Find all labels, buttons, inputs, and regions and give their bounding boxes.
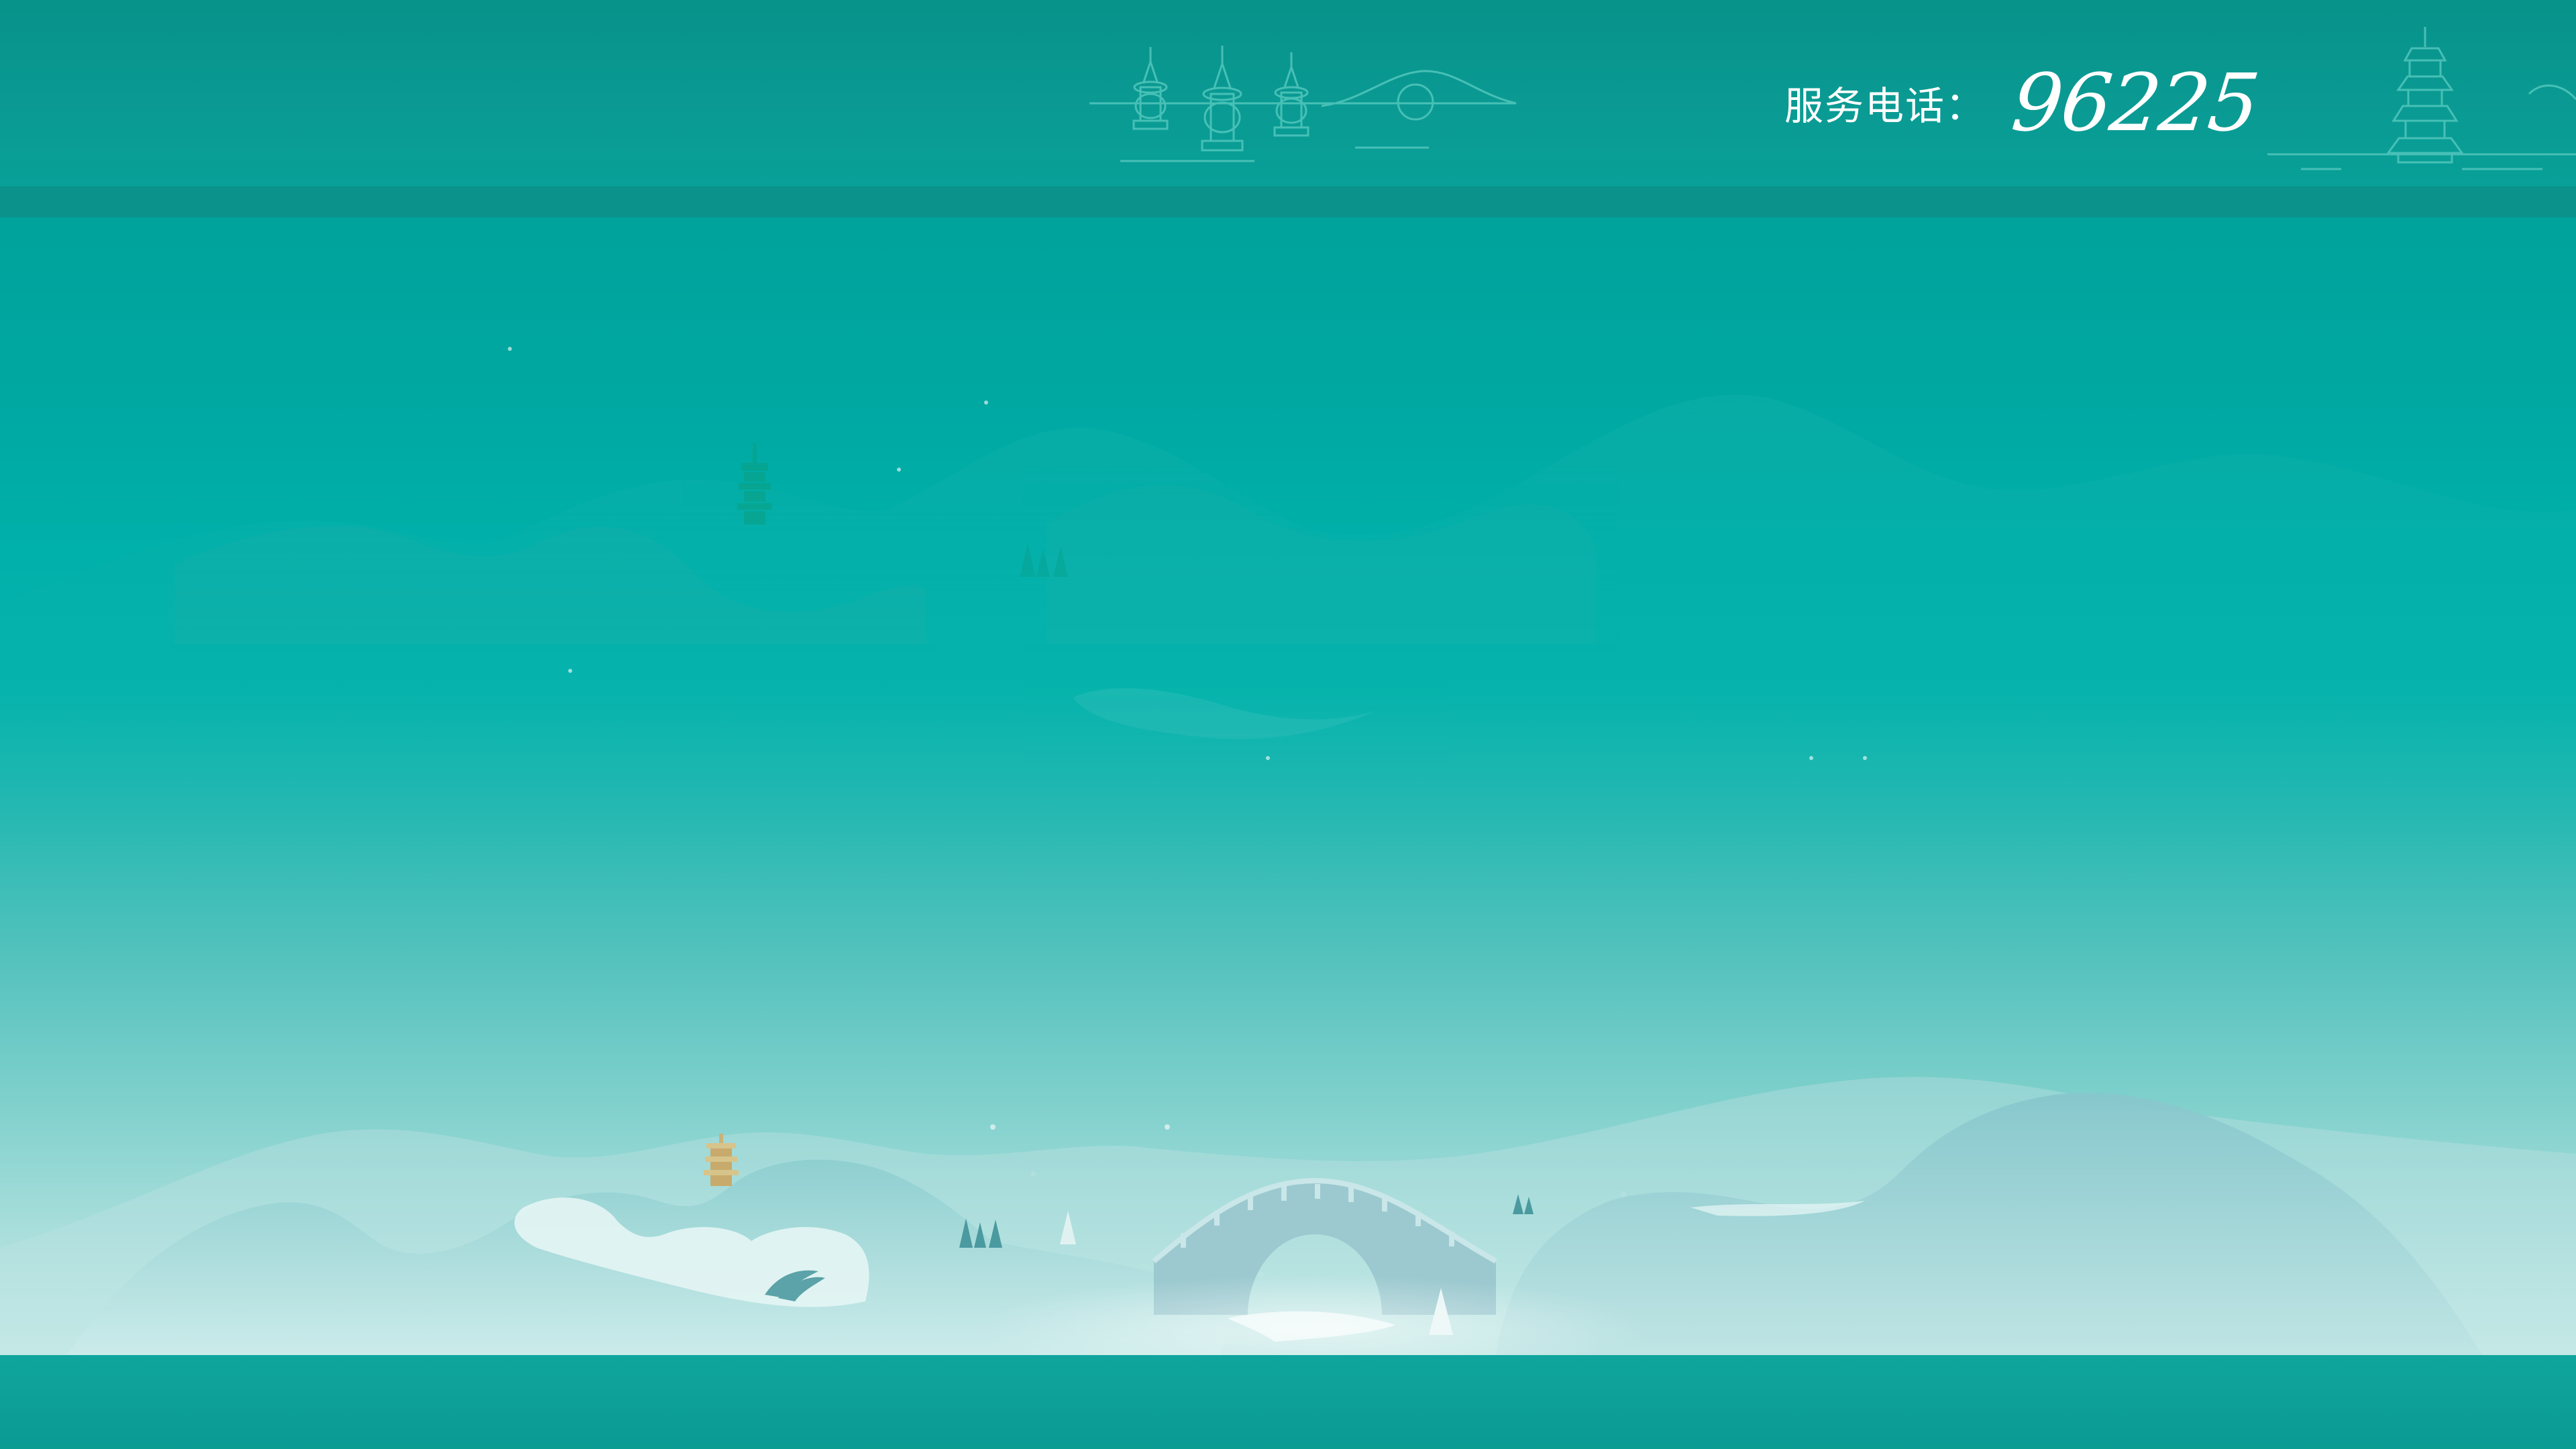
page-background: 服务电话： 96225	[0, 0, 2576, 1449]
header-divider	[0, 186, 2576, 217]
three-pools-pagoda-icon	[1089, 46, 1517, 162]
service-phone: 服务电话： 96225	[1784, 52, 2263, 153]
leifeng-pagoda-icon	[2267, 27, 2576, 170]
service-phone-label: 服务电话：	[1784, 83, 1986, 129]
landscape-illustration	[0, 347, 2576, 1382]
footer-bar	[0, 1355, 2576, 1449]
upper-mountains	[0, 394, 2576, 872]
service-phone-number[interactable]: 96225	[2008, 56, 2263, 149]
